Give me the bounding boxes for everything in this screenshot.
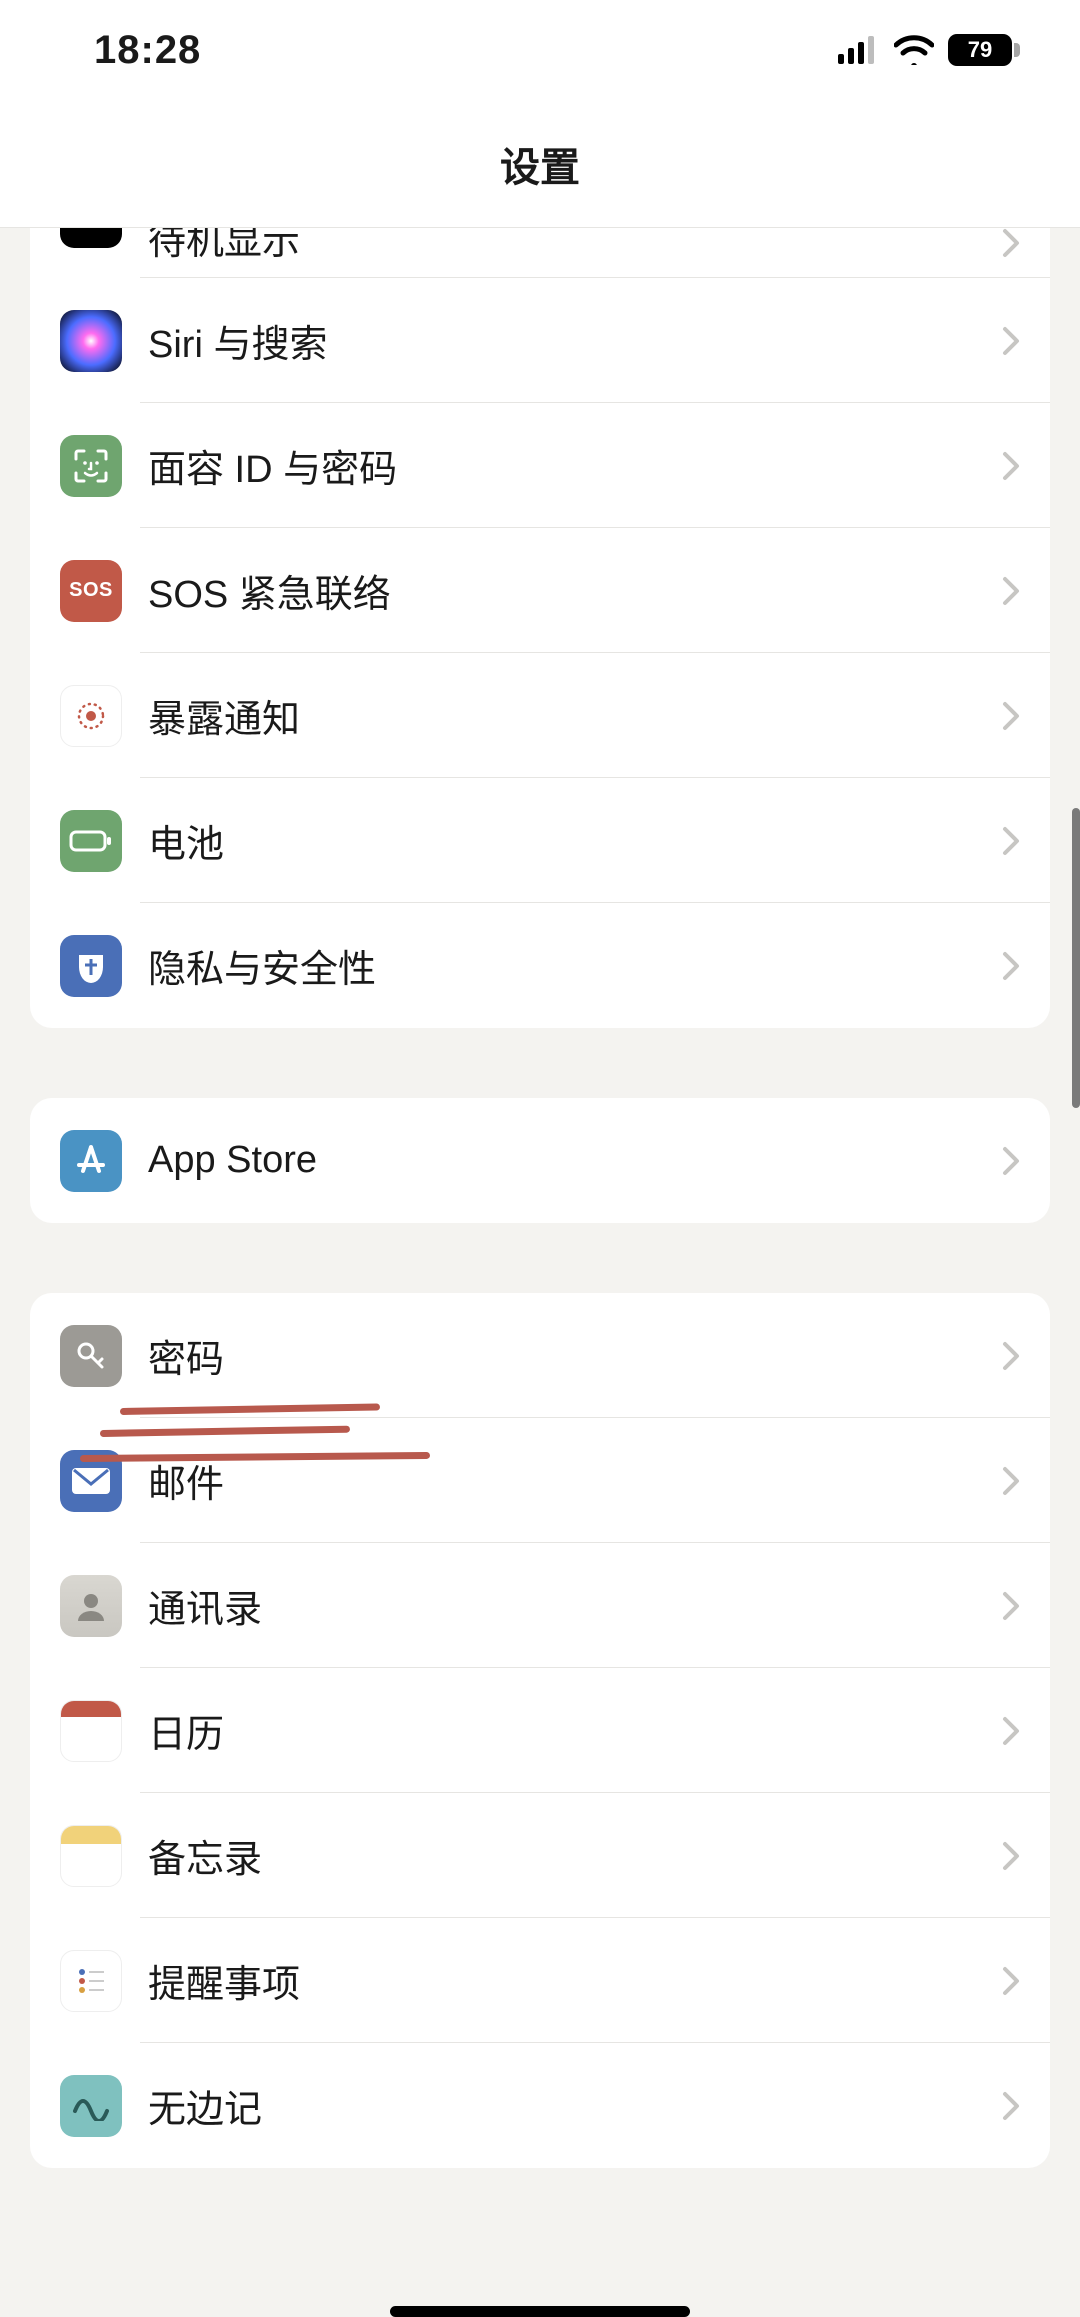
chevron-right-icon (1002, 1466, 1020, 1496)
chevron-right-icon (1002, 1341, 1020, 1371)
privacy-icon (60, 935, 122, 997)
wifi-icon (894, 35, 934, 65)
exposure-icon (60, 685, 122, 747)
settings-row-label: 提醒事项 (148, 1953, 1002, 2008)
settings-scroll[interactable]: 待机显示 Siri 与搜索 面容 ID 与密码 SOS SOS 紧急联络 (0, 228, 1080, 2317)
chevron-right-icon (1002, 228, 1020, 258)
settings-row-label: 隐私与安全性 (148, 938, 1002, 993)
chevron-right-icon (1002, 1146, 1020, 1176)
home-indicator (390, 2306, 690, 2317)
settings-row-label: 待机显示 (148, 228, 1002, 265)
contacts-icon (60, 1575, 122, 1637)
settings-row-label: 无边记 (148, 2078, 1002, 2133)
chevron-right-icon (1002, 2091, 1020, 2121)
sos-icon: SOS (60, 560, 122, 622)
chevron-right-icon (1002, 576, 1020, 606)
settings-row-notes[interactable]: 备忘录 (30, 1793, 1050, 1918)
settings-row-label: App Store (148, 1139, 1002, 1182)
settings-row-faceid[interactable]: 面容 ID 与密码 (30, 403, 1050, 528)
battery-settings-icon (60, 810, 122, 872)
passwords-icon (60, 1325, 122, 1387)
settings-row-label: 密码 (148, 1328, 1002, 1383)
appstore-icon (60, 1130, 122, 1192)
chevron-right-icon (1002, 451, 1020, 481)
chevron-right-icon (1002, 701, 1020, 731)
status-icons: 79 (838, 34, 1020, 66)
page-title: 设置 (500, 135, 580, 193)
settings-row-freeform[interactable]: 无边记 (30, 2043, 1050, 2168)
settings-row-label: 电池 (148, 813, 1002, 868)
chevron-right-icon (1002, 1716, 1020, 1746)
settings-row-passwords[interactable]: 密码 (30, 1293, 1050, 1418)
chevron-right-icon (1002, 951, 1020, 981)
settings-row-label: SOS 紧急联络 (148, 563, 1002, 618)
chevron-right-icon (1002, 1841, 1020, 1871)
chevron-right-icon (1002, 1966, 1020, 1996)
chevron-right-icon (1002, 1591, 1020, 1621)
status-time: 18:28 (94, 28, 201, 73)
settings-row-label: 面容 ID 与密码 (148, 438, 1002, 493)
battery-icon: 79 (948, 34, 1020, 66)
status-bar: 18:28 79 (0, 0, 1080, 100)
scroll-indicator (1072, 808, 1080, 1108)
settings-group-apps: 密码 邮件 通讯录 日历 (30, 1293, 1050, 2168)
settings-row-siri[interactable]: Siri 与搜索 (30, 278, 1050, 403)
settings-row-calendar[interactable]: 日历 (30, 1668, 1050, 1793)
settings-row-exposure[interactable]: 暴露通知 (30, 653, 1050, 778)
faceid-icon (60, 435, 122, 497)
battery-percent: 79 (968, 37, 992, 63)
settings-group-store: App Store (30, 1098, 1050, 1223)
notes-icon (60, 1825, 122, 1887)
settings-row-label: Siri 与搜索 (148, 313, 1002, 368)
settings-row-sos[interactable]: SOS SOS 紧急联络 (30, 528, 1050, 653)
settings-row-label: 备忘录 (148, 1828, 1002, 1883)
chevron-right-icon (1002, 826, 1020, 856)
nav-bar: 设置 (0, 100, 1080, 228)
settings-row-battery[interactable]: 电池 (30, 778, 1050, 903)
settings-row-label: 通讯录 (148, 1578, 1002, 1633)
settings-row-label: 暴露通知 (148, 688, 1002, 743)
settings-row-standby[interactable]: 待机显示 (30, 228, 1050, 278)
cellular-icon (838, 36, 880, 64)
settings-row-mail[interactable]: 邮件 (30, 1418, 1050, 1543)
siri-icon (60, 310, 122, 372)
settings-row-contacts[interactable]: 通讯录 (30, 1543, 1050, 1668)
freeform-icon (60, 2075, 122, 2137)
standby-icon (60, 228, 122, 248)
settings-row-label: 邮件 (148, 1453, 1002, 1508)
calendar-icon (60, 1700, 122, 1762)
settings-group-general: 待机显示 Siri 与搜索 面容 ID 与密码 SOS SOS 紧急联络 (30, 228, 1050, 1028)
settings-row-label: 日历 (148, 1703, 1002, 1758)
settings-row-reminders[interactable]: 提醒事项 (30, 1918, 1050, 2043)
settings-row-privacy[interactable]: 隐私与安全性 (30, 903, 1050, 1028)
settings-row-appstore[interactable]: App Store (30, 1098, 1050, 1223)
reminders-icon (60, 1950, 122, 2012)
chevron-right-icon (1002, 326, 1020, 356)
